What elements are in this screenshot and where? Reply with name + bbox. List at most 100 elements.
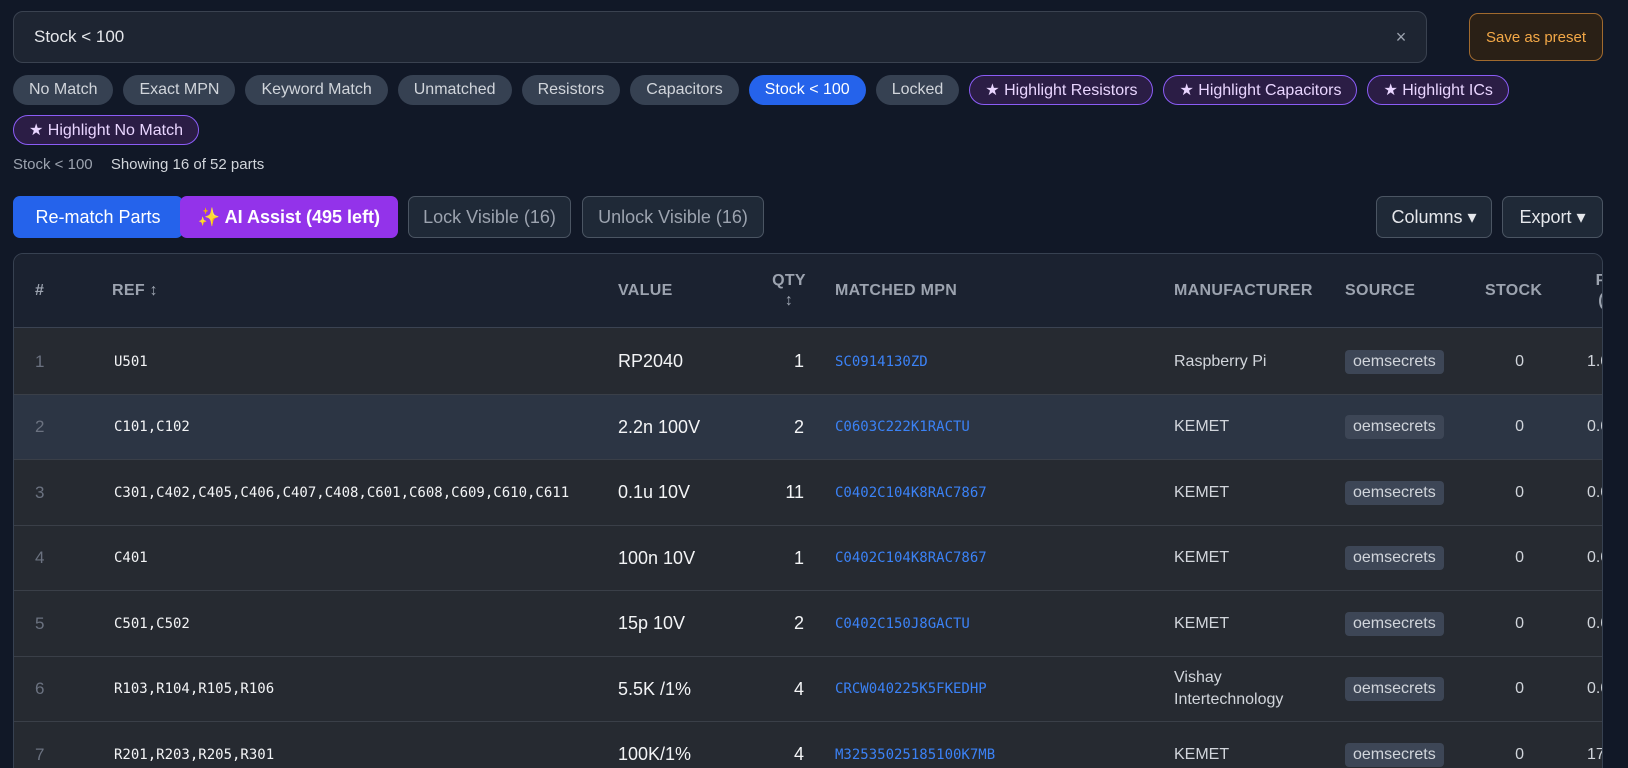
ref-cell: R103,R104,R105,R106 — [114, 681, 275, 698]
manufacturer-cell: KEMET — [1174, 483, 1230, 501]
row-number: 3 — [35, 482, 45, 502]
qty-cell: 4 — [793, 744, 804, 765]
row-number: 6 — [35, 679, 45, 699]
filter-chip[interactable]: Exact MPN — [123, 75, 236, 105]
header-price-label: PR — [1596, 271, 1602, 291]
matched-mpn-link[interactable]: C0402C150J8GACTU — [835, 591, 970, 657]
value-cell: 100n 10V — [618, 547, 696, 568]
lock-visible-button[interactable]: Lock Visible (16) — [408, 196, 571, 238]
header-ref[interactable]: REF ↕ — [112, 254, 158, 328]
filter-chip[interactable]: ★ Highlight Capacitors — [1163, 75, 1358, 105]
table-row[interactable]: 2 C101,C102 2.2n 100V 2 C0603C222K1RACTU KEME… — [14, 394, 1602, 461]
table-row[interactable]: 4 C401 100n 10V 1 C0402C104K8RAC7867 KEMET oem… — [14, 525, 1602, 592]
value-cell: 0.1u 10V — [618, 482, 691, 503]
price-cell: 0.0 — [1587, 549, 1602, 567]
header-source: SOURCE — [1345, 282, 1416, 299]
filter-chip[interactable]: No Match — [13, 75, 114, 105]
source-cell: oemsecrets — [1345, 460, 1444, 526]
source-cell: oemsecrets — [1345, 395, 1444, 461]
filter-chip[interactable]: Capacitors — [630, 75, 739, 105]
value-cell: RP2040 — [618, 351, 684, 372]
header-matched-mpn: MATCHED MPN — [835, 282, 958, 299]
manufacturer-cell: KEMET — [1174, 745, 1230, 763]
header-manufacturer: MANUFACTURER — [1174, 282, 1313, 299]
table-row[interactable]: 7 R201,R203,R205,R301 100K/1% 4 M32535025185… — [14, 722, 1602, 768]
filter-chip[interactable]: Stock < 100 — [748, 75, 866, 105]
header-qty-label: QTY — [772, 272, 806, 289]
matched-mpn-link[interactable]: M32535025185100K7MB — [835, 722, 995, 768]
source-cell: oemsecrets — [1345, 526, 1444, 592]
stock-cell: 0 — [1515, 352, 1524, 370]
ref-cell: R201,R203,R205,R301 — [114, 746, 275, 763]
table-row[interactable]: 6 R103,R104,R105,R106 5.5K /1% 4 CRCW040225K… — [14, 656, 1602, 723]
source-cell: oemsecrets — [1345, 722, 1444, 768]
source-cell: oemsecrets — [1345, 591, 1444, 657]
source-badge: oemsecrets — [1345, 480, 1444, 505]
table-row[interactable]: 5 C501,C502 15p 10V 2 C0402C150J8GACTU KEMET o… — [14, 591, 1602, 657]
value-cell: 5.5K /1% — [618, 678, 692, 699]
table-header: # REF ↕ VALUE QTY ↕ MATCHED MPN MANUFACT… — [14, 254, 1602, 328]
row-number: 1 — [35, 351, 45, 371]
qty-cell: 1 — [793, 547, 804, 568]
matched-mpn-link[interactable]: C0603C222K1RACTU — [835, 395, 970, 461]
unlock-visible-button[interactable]: Unlock Visible (16) — [582, 196, 764, 238]
qty-cell: 2 — [793, 416, 804, 437]
save-as-preset-button[interactable]: Save as preset — [1469, 13, 1603, 61]
export-dropdown-button[interactable]: Export ▾ — [1502, 196, 1603, 238]
matched-mpn-link[interactable]: C0402C104K8RAC7867 — [835, 460, 987, 526]
qty-cell: 4 — [793, 678, 804, 699]
manufacturer-cell: KEMET — [1174, 418, 1230, 436]
header-num: # — [35, 282, 45, 299]
columns-dropdown-button[interactable]: Columns ▾ — [1376, 196, 1492, 238]
filter-chip[interactable]: Locked — [875, 75, 960, 105]
ref-cell: C401 — [114, 550, 148, 567]
price-cell: 17.1 — [1587, 745, 1602, 763]
stock-cell: 0 — [1515, 614, 1524, 632]
matched-mpn-link[interactable]: CRCW040225K5FKEDHP — [835, 657, 987, 723]
search-bar: × — [13, 11, 1427, 63]
filter-chip[interactable]: Keyword Match — [245, 75, 388, 105]
filter-chip[interactable]: ★ Highlight No Match — [13, 115, 199, 145]
value-cell: 2.2n 100V — [618, 416, 701, 437]
matched-mpn-link[interactable]: SC0914130ZD — [835, 329, 928, 395]
rematch-parts-button[interactable]: Re-match Parts — [13, 196, 183, 238]
header-price-unit: (U — [1598, 291, 1602, 311]
value-cell: 100K/1% — [618, 744, 692, 765]
filter-chip[interactable]: ★ Highlight ICs — [1367, 75, 1509, 105]
table-row[interactable]: 1 U501 RP2040 1 SC0914130ZD Raspberry Pi oemse… — [14, 329, 1602, 395]
ref-cell: U501 — [114, 353, 148, 370]
search-input[interactable] — [34, 12, 1374, 62]
price-cell: 0.0 — [1587, 418, 1602, 436]
manufacturer-cell: KEMET — [1174, 614, 1230, 632]
ref-cell: C101,C102 — [114, 419, 190, 436]
header-qty[interactable]: QTY ↕ — [769, 254, 809, 328]
value-cell: 15p 10V — [618, 613, 686, 634]
header-qty-sort-icon: ↕ — [784, 292, 794, 309]
ai-assist-button[interactable]: ✨ AI Assist (495 left) — [180, 196, 398, 238]
table-row[interactable]: 3 C301,C402,C405,C406,C407,C408,C601,C608… — [14, 460, 1602, 526]
source-cell: oemsecrets — [1345, 657, 1444, 723]
row-number: 5 — [35, 613, 45, 633]
header-price: PR (U — [1587, 254, 1602, 328]
qty-cell: 1 — [793, 351, 804, 372]
row-number: 7 — [35, 744, 45, 764]
filter-chip[interactable]: ★ Highlight Resistors — [969, 75, 1154, 105]
stock-cell: 0 — [1515, 483, 1524, 501]
row-number: 4 — [35, 548, 45, 568]
status-line: Stock < 100 Showing 16 of 52 parts — [13, 156, 264, 173]
ref-cell: C301,C402,C405,C406,C407,C408,C601,C608,… — [114, 484, 570, 501]
stock-cell: 0 — [1515, 680, 1524, 698]
source-badge: oemsecrets — [1345, 349, 1444, 374]
filter-chip[interactable]: Unmatched — [397, 75, 512, 105]
matched-mpn-link[interactable]: C0402C104K8RAC7867 — [835, 526, 987, 592]
price-cell: 0.0 — [1587, 680, 1602, 698]
source-badge: oemsecrets — [1345, 742, 1444, 767]
row-number: 2 — [35, 417, 45, 437]
qty-cell: 2 — [793, 613, 804, 634]
stock-cell: 0 — [1515, 549, 1524, 567]
price-cell: 1.0 — [1587, 352, 1602, 370]
qty-cell: 11 — [785, 482, 804, 503]
filter-chip[interactable]: Resistors — [521, 75, 621, 105]
clear-search-icon[interactable]: × — [1390, 26, 1412, 48]
manufacturer-cell: Vishay Intertechnology — [1174, 669, 1284, 709]
